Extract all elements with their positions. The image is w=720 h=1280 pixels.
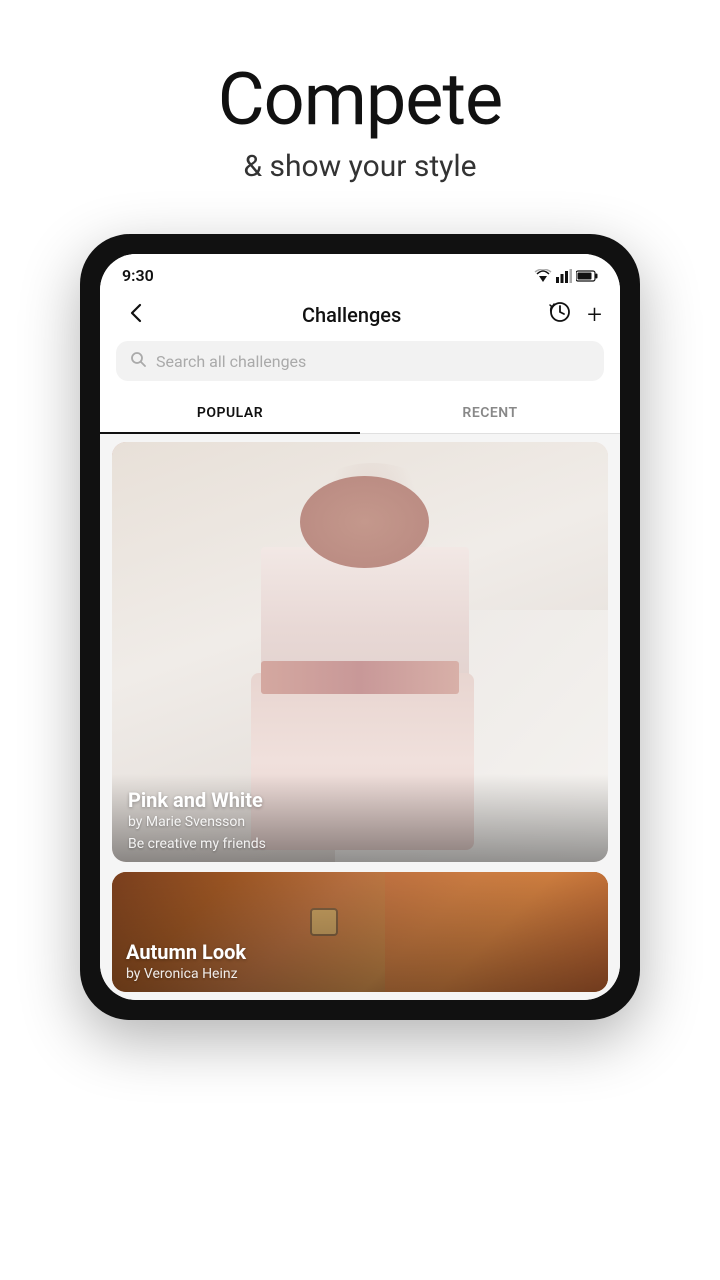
challenges-list: Pink and White by Marie Svensson Be crea… [100,434,620,1000]
challenge-description-pink-white: Be creative my friends [128,836,592,852]
history-icon[interactable] [549,301,571,329]
phone-screen: 9:30 [100,254,620,1000]
promo-section: Compete & show your style [0,0,720,214]
challenge-image-autumn: Autumn Look by Veronica Heinz [112,872,608,992]
nav-actions: + [549,301,602,329]
status-time: 9:30 [122,266,154,285]
back-button[interactable] [118,301,154,329]
challenge-image-pink-white: Pink and White by Marie Svensson Be crea… [112,442,608,862]
challenge-title-pink-white: Pink and White [128,788,592,812]
tabs-container: POPULAR RECENT [100,393,620,434]
search-bar[interactable]: Search all challenges [116,341,604,381]
add-button[interactable]: + [587,302,602,328]
search-bar-container: Search all challenges [100,341,620,393]
status-icons [534,269,598,283]
promo-subtitle: & show your style [20,149,700,184]
challenge-author-pink-white: by Marie Svensson [128,814,592,830]
search-icon [130,351,146,371]
challenge-author-autumn: by Veronica Heinz [126,966,594,982]
phone-device: 9:30 [80,234,640,1020]
battery-icon [576,270,598,282]
signal-icon [556,269,572,283]
wifi-icon [534,269,552,283]
challenge-card-pink-white[interactable]: Pink and White by Marie Svensson Be crea… [112,442,608,862]
challenge-overlay-autumn: Autumn Look by Veronica Heinz [112,872,608,992]
status-bar: 9:30 [100,254,620,293]
tab-popular[interactable]: POPULAR [100,393,360,433]
page-title: Challenges [302,303,401,327]
challenge-card-autumn[interactable]: Autumn Look by Veronica Heinz [112,872,608,992]
nav-bar: Challenges + [100,293,620,341]
tab-recent[interactable]: RECENT [360,393,620,433]
search-input[interactable]: Search all challenges [156,352,306,371]
promo-title: Compete [20,60,700,139]
challenge-overlay-pink-white: Pink and White by Marie Svensson Be crea… [112,774,608,862]
challenge-title-autumn: Autumn Look [126,940,594,964]
